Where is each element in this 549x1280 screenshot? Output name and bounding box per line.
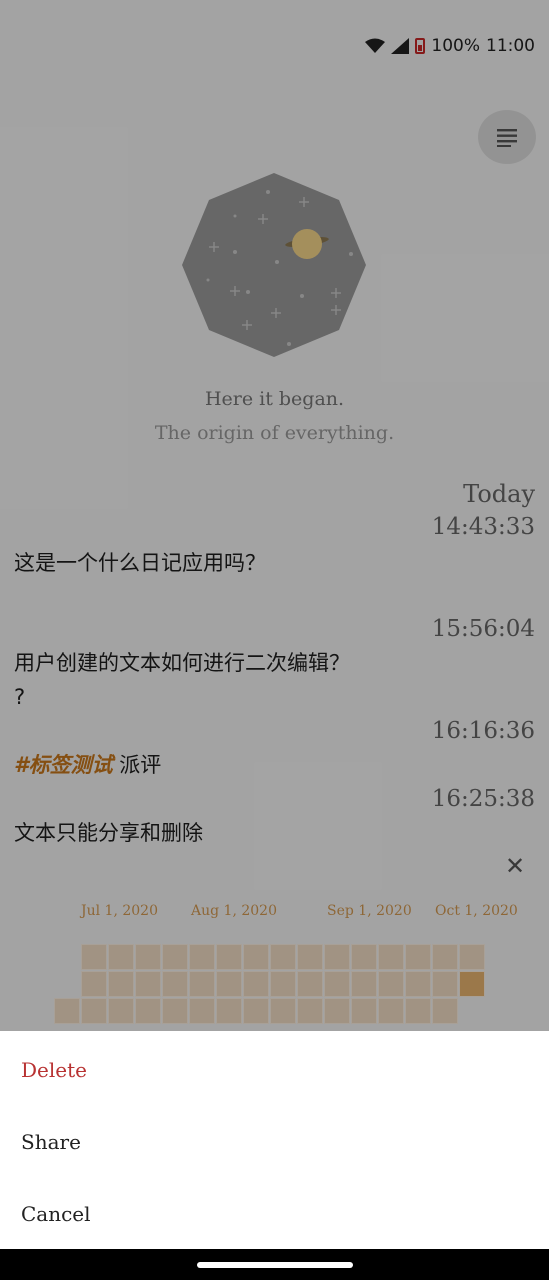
delete-button[interactable]: Delete	[21, 1058, 87, 1082]
app-screen: 100% 11:00 Here it began. The origin of …	[0, 0, 549, 1280]
home-indicator[interactable]	[197, 1262, 353, 1268]
action-sheet: Delete Share Cancel	[0, 1031, 549, 1249]
cancel-button[interactable]: Cancel	[21, 1202, 91, 1226]
navigation-bar	[0, 1249, 549, 1280]
share-button[interactable]: Share	[21, 1130, 81, 1154]
